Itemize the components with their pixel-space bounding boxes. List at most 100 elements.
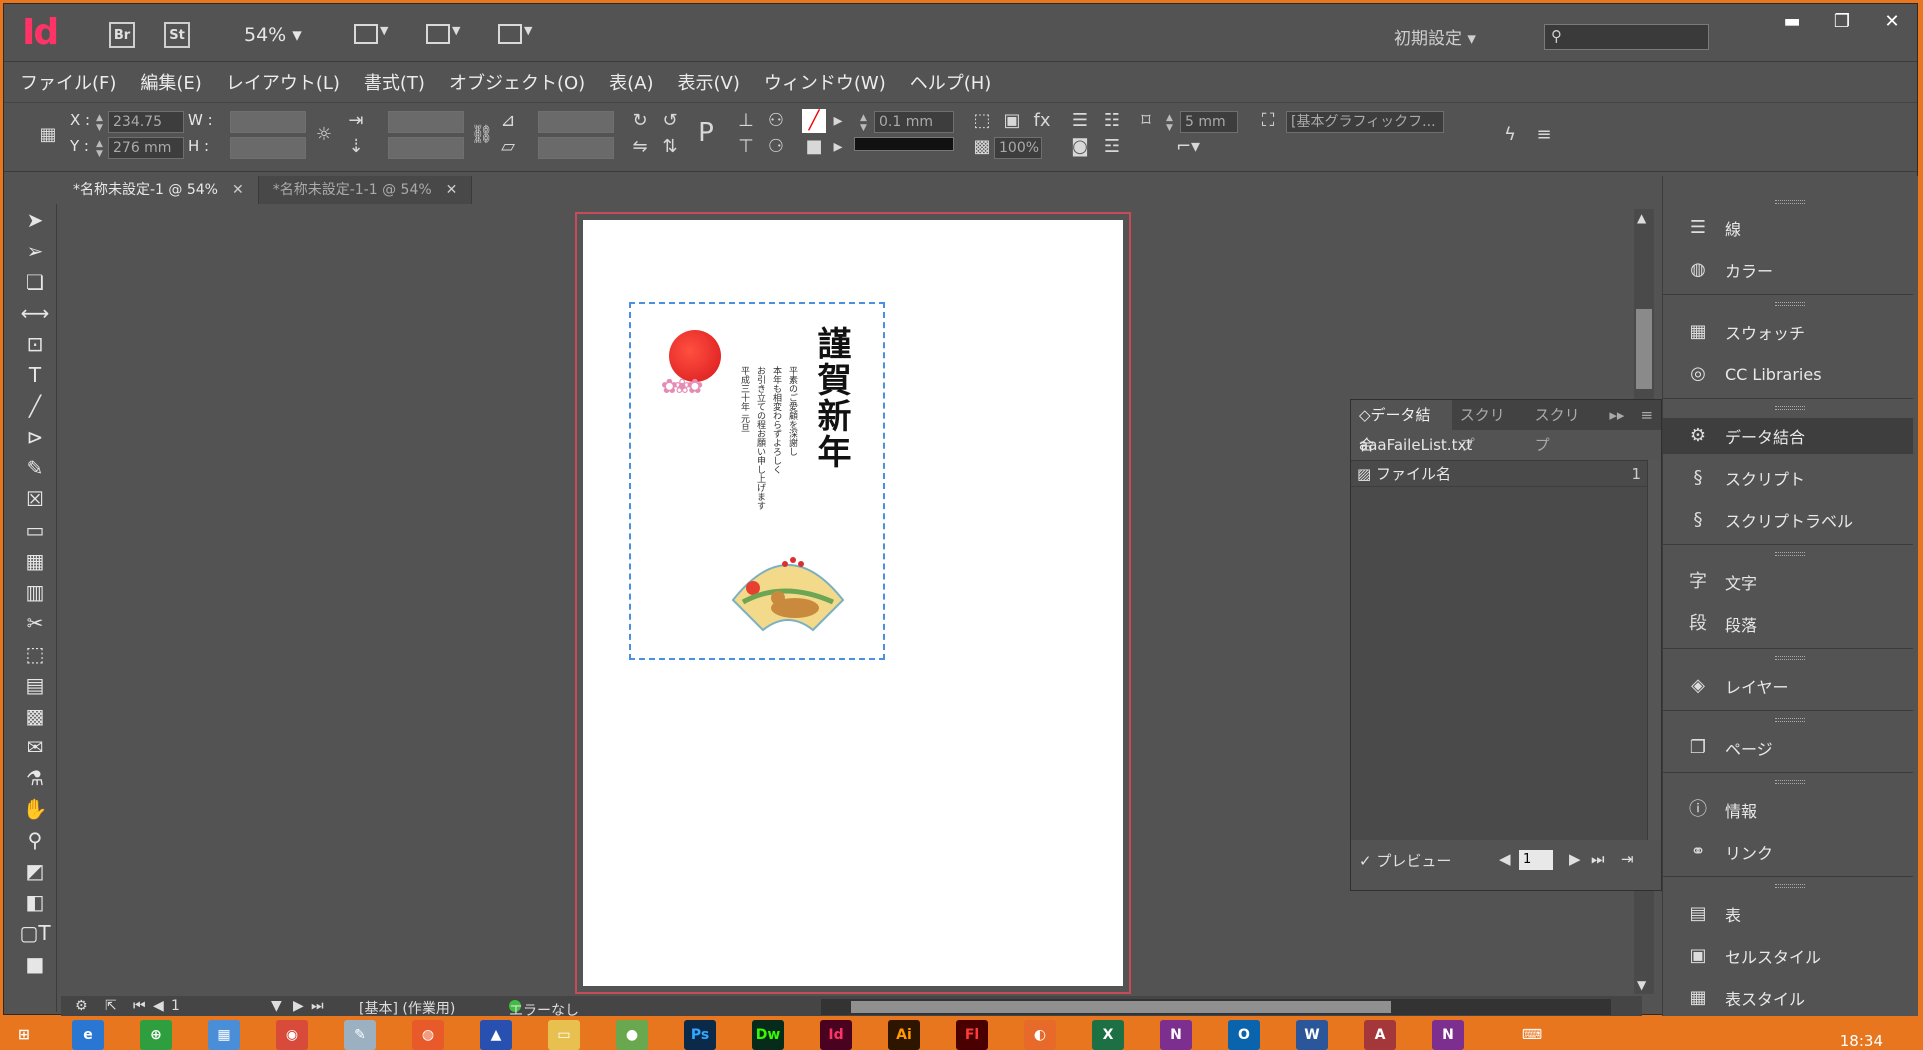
panel-data-merge[interactable]: ⚙ データ結合	[1663, 418, 1913, 454]
maximize-button[interactable]: ❐	[1817, 4, 1867, 38]
panel-table-styles[interactable]: ▦ 表スタイル	[1663, 980, 1913, 1016]
reference-point-icon[interactable]: ▦	[36, 123, 60, 147]
open-in-new-window-icon[interactable]: ⇱	[105, 998, 117, 1014]
onenote-icon[interactable]: N	[1432, 1020, 1464, 1050]
rotation-field[interactable]	[538, 111, 614, 133]
excel-icon[interactable]: X	[1092, 1020, 1124, 1050]
app-icon[interactable]: ●	[616, 1020, 648, 1050]
page-number-field[interactable]: 1	[171, 998, 180, 1014]
last-record-icon[interactable]: ⏭	[1591, 850, 1605, 868]
panel-script-label[interactable]: § スクリプトラベル	[1663, 502, 1913, 538]
flip-horizontal-icon[interactable]: ⇋	[628, 135, 652, 159]
panel-group-grip[interactable]	[1775, 780, 1805, 784]
panel-menu-icon[interactable]: ≡	[1632, 400, 1661, 430]
panel-swatches[interactable]: ▦ スウォッチ	[1663, 314, 1913, 350]
effects-icon[interactable]: fx	[1030, 109, 1054, 133]
master-page-label[interactable]: [基本] (作業用)	[359, 998, 455, 1018]
preview-checkbox[interactable]: ✓ プレビュー	[1359, 852, 1451, 870]
horizontal-grid-tool-icon[interactable]: ▦	[13, 545, 57, 576]
hand-tool-icon[interactable]: ✋	[13, 793, 57, 824]
y-position-field[interactable]: 276 mm	[108, 137, 184, 159]
internet-explorer-icon[interactable]: e	[72, 1020, 104, 1050]
height-field[interactable]	[230, 137, 306, 159]
object-style-select[interactable]: [基本グラフィックフ...	[1286, 111, 1444, 133]
apply-color-icon[interactable]: ◧	[13, 886, 57, 917]
drop-shadow-icon[interactable]: ▣	[1000, 109, 1024, 133]
select-container-icon[interactable]: ⊥	[734, 109, 758, 133]
workspace-switcher[interactable]: 初期設定 ▾	[1394, 24, 1476, 49]
selection-tool-icon[interactable]: ➤	[13, 204, 57, 235]
first-page-icon[interactable]: ⏮	[133, 998, 146, 1014]
panel-cell-styles[interactable]: ▣ セルスタイル	[1663, 938, 1913, 974]
corner-options-icon[interactable]: ⌑	[1134, 109, 1158, 133]
type-tool-icon[interactable]: T	[13, 359, 57, 390]
store-icon[interactable]: ⊕	[140, 1020, 172, 1050]
word-icon[interactable]: W	[1296, 1020, 1328, 1050]
note-tool-icon[interactable]: ✉	[13, 731, 57, 762]
offset-field[interactable]: 5 mm	[1180, 111, 1238, 133]
photoshop-icon[interactable]: Ps	[684, 1020, 716, 1050]
constrain-proportions-icon[interactable]: ☼	[312, 123, 336, 147]
screen-mode-icon[interactable]: ■	[13, 948, 57, 979]
pen-tool-icon[interactable]: ⊳	[13, 421, 57, 452]
system-clock[interactable]: 18:34	[1840, 1032, 1883, 1050]
file-explorer-icon[interactable]: ▭	[548, 1020, 580, 1050]
create-merged-document-icon[interactable]: ⇥	[1621, 850, 1634, 868]
scroll-thumb[interactable]	[851, 1001, 1391, 1013]
list-item[interactable]: ▨ ファイル名 1	[1351, 461, 1647, 487]
scale-y-field[interactable]	[388, 137, 464, 159]
shear-field[interactable]	[538, 137, 614, 159]
scroll-thumb[interactable]	[1636, 309, 1652, 389]
rotate-90-ccw-icon[interactable]: ↺	[658, 109, 682, 133]
scroll-down-icon[interactable]: ▼	[1637, 978, 1646, 992]
fill-stroke-icon[interactable]: ◩	[13, 855, 57, 886]
horizontal-scrollbar[interactable]	[821, 999, 1611, 1015]
panel-group-grip[interactable]	[1775, 552, 1805, 556]
app-icon[interactable]: ◍	[412, 1020, 444, 1050]
menu-object[interactable]: オブジェクト(O)	[449, 69, 585, 95]
stock-button[interactable]: St	[164, 22, 190, 48]
close-button[interactable]: ✕	[1867, 4, 1917, 38]
panel-scripts[interactable]: § スクリプト	[1663, 460, 1913, 496]
rotate-90-cw-icon[interactable]: ↻	[628, 109, 652, 133]
indesign-taskbar-icon[interactable]: Id	[820, 1020, 852, 1050]
menu-edit[interactable]: 編集(E)	[140, 69, 201, 95]
next-record-icon[interactable]: ▶	[1569, 850, 1581, 868]
chrome-icon[interactable]: ◉	[276, 1020, 308, 1050]
panel-links[interactable]: ⚭ リンク	[1663, 834, 1913, 870]
app-icon[interactable]: ▲	[480, 1020, 512, 1050]
frame-fitting-icon[interactable]: ⬚	[970, 109, 994, 133]
tab-script-label[interactable]: スクリプ	[1527, 400, 1602, 454]
zoom-tool-icon[interactable]: ⚲	[13, 824, 57, 855]
start-icon[interactable]: ⊞	[8, 1020, 40, 1050]
opacity-field[interactable]: 100%	[994, 137, 1042, 159]
arrange-documents-button[interactable]: ▼	[498, 24, 540, 48]
last-page-icon[interactable]: ⏭	[311, 998, 324, 1014]
offset-spinner-icon[interactable]: ▲ ▼	[1166, 113, 1173, 133]
corner-shape-dropdown-icon[interactable]: ⌐▾	[1164, 135, 1212, 159]
scroll-up-icon[interactable]: ▲	[1637, 211, 1646, 225]
select-previous-icon[interactable]: ⊤	[734, 135, 758, 159]
text-wrap-none-icon[interactable]: ☰	[1068, 109, 1092, 133]
panel-group-grip[interactable]	[1775, 302, 1805, 306]
tab-data-merge[interactable]: ◇データ結合	[1351, 400, 1452, 454]
menu-table[interactable]: 表(A)	[609, 69, 653, 95]
rectangle-frame-tool-icon[interactable]: ☒	[13, 483, 57, 514]
data-field-scrollbar[interactable]	[1647, 460, 1661, 840]
menu-type[interactable]: 書式(T)	[364, 69, 425, 95]
previous-page-icon[interactable]: ◀	[153, 998, 164, 1014]
gap-tool-icon[interactable]: ⟷	[13, 297, 57, 328]
notepad-icon[interactable]: ✎	[344, 1020, 376, 1050]
data-field-list[interactable]: ▨ ファイル名 1	[1351, 460, 1647, 840]
panel-paragraph[interactable]: 段段落	[1663, 606, 1913, 642]
next-page-icon[interactable]: ▶	[293, 998, 304, 1014]
flip-vertical-icon[interactable]: ⇅	[658, 135, 682, 159]
outlook-icon[interactable]: O	[1228, 1020, 1260, 1050]
panel-info[interactable]: ⓘ 情報	[1663, 792, 1913, 828]
preflight-icon[interactable]: ⚙	[75, 998, 88, 1014]
access-icon[interactable]: A	[1364, 1020, 1396, 1050]
x-position-field[interactable]: 234.75 mm	[108, 111, 184, 150]
pencil-tool-icon[interactable]: ✎	[13, 452, 57, 483]
previous-record-icon[interactable]: ◀	[1499, 850, 1511, 868]
view-options-button[interactable]: ▼	[354, 24, 396, 48]
